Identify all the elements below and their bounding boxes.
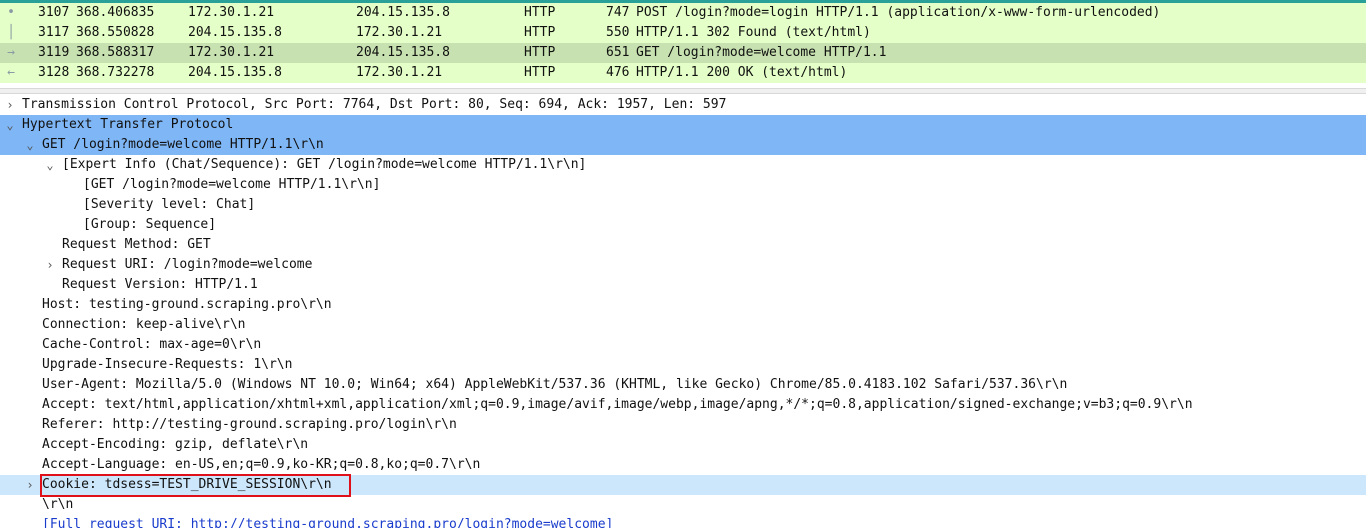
tree-item-expert-info[interactable]: ⌄ [Expert Info (Chat/Sequence): GET /log… — [0, 155, 1366, 175]
tree-item-severity[interactable]: [Severity level: Chat] — [0, 195, 1366, 215]
tree-item-request-line[interactable]: ⌄ GET /login?mode=welcome HTTP/1.1\r\n — [0, 135, 1366, 155]
packet-info: POST /login?mode=login HTTP/1.1 (applica… — [636, 5, 1161, 20]
tree-item-group[interactable]: [Group: Sequence] — [0, 215, 1366, 235]
response-arrow-icon: ← — [7, 65, 15, 80]
tree-item-label: [Severity level: Chat] — [83, 197, 256, 212]
tree-item-request-version[interactable]: Request Version: HTTP/1.1 — [0, 275, 1366, 295]
conversation-marker-icon: • — [7, 5, 15, 20]
expanded-arrow-icon[interactable]: ⌄ — [44, 155, 56, 175]
packet-time: 368.732278 — [76, 65, 155, 80]
tree-item-label: Upgrade-Insecure-Requests: 1\r\n — [42, 357, 293, 372]
tree-item-cache-control[interactable]: Cache-Control: max-age=0\r\n — [0, 335, 1366, 355]
tree-item-accept[interactable]: Accept: text/html,application/xhtml+xml,… — [0, 395, 1366, 415]
expanded-arrow-icon[interactable]: ⌄ — [24, 135, 36, 155]
tree-item-connection[interactable]: Connection: keep-alive\r\n — [0, 315, 1366, 335]
tree-item-label: Connection: keep-alive\r\n — [42, 317, 246, 332]
tree-item-label: [Expert Info (Chat/Sequence): GET /login… — [62, 157, 587, 172]
tree-item-cookie[interactable]: › Cookie: tdsess=TEST_DRIVE_SESSION\r\n — [0, 475, 1366, 495]
packet-row-3117[interactable]: │ 3117 368.550828 204.15.135.8 172.30.1.… — [0, 23, 1366, 43]
tree-item-http[interactable]: ⌄ Hypertext Transfer Protocol — [0, 115, 1366, 135]
packet-protocol: HTTP — [524, 25, 556, 40]
tree-item-label: Accept-Encoding: gzip, deflate\r\n — [42, 437, 309, 452]
packet-number: 3119 — [38, 45, 70, 60]
packet-time: 368.550828 — [76, 25, 155, 40]
conversation-marker-icon: │ — [7, 25, 15, 40]
collapsed-arrow-icon[interactable]: › — [44, 255, 56, 275]
tree-item-label: Accept-Language: en-US,en;q=0.9,ko-KR;q=… — [42, 457, 481, 472]
tree-item-user-agent[interactable]: User-Agent: Mozilla/5.0 (Windows NT 10.0… — [0, 375, 1366, 395]
tree-item-label: GET /login?mode=welcome HTTP/1.1\r\n — [42, 137, 324, 152]
tree-item-accept-language[interactable]: Accept-Language: en-US,en;q=0.9,ko-KR;q=… — [0, 455, 1366, 475]
tree-item-label: User-Agent: Mozilla/5.0 (Windows NT 10.0… — [42, 377, 1068, 392]
packet-info: GET /login?mode=welcome HTTP/1.1 — [636, 45, 887, 60]
packet-destination: 172.30.1.21 — [356, 65, 443, 80]
packet-length: 476 — [606, 65, 630, 80]
tree-item-label: Referer: http://testing-ground.scraping.… — [42, 417, 457, 432]
wireshark-window: • 3107 368.406835 172.30.1.21 204.15.135… — [0, 0, 1366, 528]
tree-item-label: Cookie: tdsess=TEST_DRIVE_SESSION\r\n — [42, 477, 332, 492]
collapsed-arrow-icon[interactable]: › — [24, 475, 36, 495]
tree-item-label: [Group: Sequence] — [83, 217, 217, 232]
packet-time: 368.406835 — [76, 5, 155, 20]
tree-item-label: Request URI: /login?mode=welcome — [62, 257, 313, 272]
tree-item-tcp[interactable]: › Transmission Control Protocol, Src Por… — [0, 95, 1366, 115]
packet-protocol: HTTP — [524, 5, 556, 20]
pane-splitter[interactable] — [0, 88, 1366, 94]
packet-destination: 204.15.135.8 — [356, 45, 450, 60]
packet-source: 204.15.135.8 — [188, 25, 282, 40]
request-arrow-icon: → — [7, 45, 15, 60]
packet-protocol: HTTP — [524, 45, 556, 60]
packet-length: 747 — [606, 5, 630, 20]
tree-item-label: Transmission Control Protocol, Src Port:… — [22, 97, 727, 112]
collapsed-arrow-icon[interactable]: › — [4, 95, 16, 115]
packet-info: HTTP/1.1 200 OK (text/html) — [636, 65, 848, 80]
packet-row-3128[interactable]: ← 3128 368.732278 204.15.135.8 172.30.1.… — [0, 63, 1366, 83]
packet-length: 651 — [606, 45, 630, 60]
packet-destination: 172.30.1.21 — [356, 25, 443, 40]
packet-number: 3117 — [38, 25, 70, 40]
packet-list: • 3107 368.406835 172.30.1.21 204.15.135… — [0, 0, 1366, 88]
packet-length: 550 — [606, 25, 630, 40]
tree-item-label: Hypertext Transfer Protocol — [22, 117, 234, 132]
tree-item-referer[interactable]: Referer: http://testing-ground.scraping.… — [0, 415, 1366, 435]
packet-row-3107[interactable]: • 3107 368.406835 172.30.1.21 204.15.135… — [0, 3, 1366, 23]
tree-item-label: Host: testing-ground.scraping.pro\r\n — [42, 297, 332, 312]
tree-item-accept-encoding[interactable]: Accept-Encoding: gzip, deflate\r\n — [0, 435, 1366, 455]
packet-destination: 204.15.135.8 — [356, 5, 450, 20]
tree-item-crlf[interactable]: \r\n — [0, 495, 1366, 515]
tree-item-label: [GET /login?mode=welcome HTTP/1.1\r\n] — [83, 177, 381, 192]
full-request-uri-link[interactable]: [Full request URI: http://testing-ground… — [42, 515, 613, 528]
packet-number: 3128 — [38, 65, 70, 80]
packet-row-3119[interactable]: → 3119 368.588317 172.30.1.21 204.15.135… — [0, 43, 1366, 63]
tree-item-label: Cache-Control: max-age=0\r\n — [42, 337, 262, 352]
tree-item-request-uri[interactable]: › Request URI: /login?mode=welcome — [0, 255, 1366, 275]
packet-info: HTTP/1.1 302 Found (text/html) — [636, 25, 871, 40]
tree-item-label: \r\n — [42, 497, 74, 512]
packet-source: 172.30.1.21 — [188, 5, 275, 20]
packet-time: 368.588317 — [76, 45, 155, 60]
tree-item-label: Request Method: GET — [62, 237, 211, 252]
tree-item-expert-message[interactable]: [GET /login?mode=welcome HTTP/1.1\r\n] — [0, 175, 1366, 195]
tree-item-upgrade-insecure[interactable]: Upgrade-Insecure-Requests: 1\r\n — [0, 355, 1366, 375]
packet-source: 204.15.135.8 — [188, 65, 282, 80]
tree-item-request-method[interactable]: Request Method: GET — [0, 235, 1366, 255]
tree-item-label: Accept: text/html,application/xhtml+xml,… — [42, 397, 1193, 412]
packet-number: 3107 — [38, 5, 70, 20]
expanded-arrow-icon[interactable]: ⌄ — [4, 115, 16, 135]
packet-source: 172.30.1.21 — [188, 45, 275, 60]
packet-protocol: HTTP — [524, 65, 556, 80]
tree-item-label: Request Version: HTTP/1.1 — [62, 277, 258, 292]
tree-item-host[interactable]: Host: testing-ground.scraping.pro\r\n — [0, 295, 1366, 315]
packet-details-tree: › Transmission Control Protocol, Src Por… — [0, 95, 1366, 528]
tree-item-full-uri[interactable]: [Full request URI: http://testing-ground… — [0, 515, 1366, 528]
